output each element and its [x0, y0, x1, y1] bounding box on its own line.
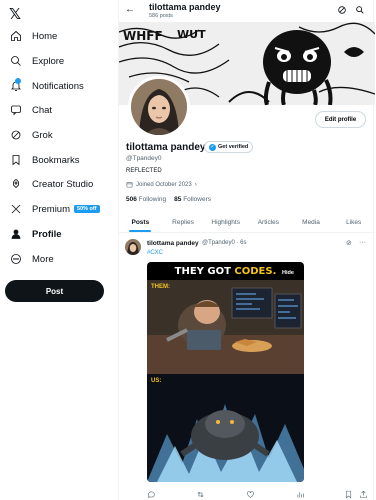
nav-premium-label: Premium	[32, 203, 71, 215]
profile-tabs: Posts Replies Highlights Articles Media …	[119, 213, 375, 233]
share-icon[interactable]	[359, 486, 368, 498]
joined-date: Joined October 2023 ›	[126, 181, 197, 188]
joined-date-text: Joined October 2023	[136, 181, 192, 188]
nav-grok-label: Grok	[32, 129, 53, 141]
media-top-panel	[147, 280, 304, 374]
profile-handle: @Tpandey0	[126, 155, 162, 162]
get-verified-button[interactable]: ✓ Get verified	[204, 141, 254, 153]
tweet-author-name[interactable]: tilottama pandey	[147, 240, 199, 247]
profile-avatar[interactable]	[128, 76, 190, 138]
tweet-actions	[119, 486, 375, 499]
followers-count: 85	[174, 196, 182, 203]
nav-bookmarks[interactable]: Bookmarks	[0, 149, 118, 171]
nav-profile-label: Profile	[32, 228, 62, 240]
nav-explore-label: Explore	[32, 55, 65, 67]
tab-articles[interactable]: Articles	[247, 213, 290, 232]
profile-name: tilottama pandey	[126, 142, 206, 153]
media-caption-b: CODES.	[234, 266, 277, 277]
nav-profile[interactable]: Profile	[0, 223, 118, 245]
notification-badge	[15, 78, 21, 84]
nav-creator-studio[interactable]: Creator Studio	[0, 173, 118, 195]
back-arrow-icon[interactable]: ←	[125, 4, 135, 15]
chat-icon	[9, 103, 23, 117]
header-post-count: 586 posts	[149, 13, 173, 19]
followers-link[interactable]: 85 Followers	[174, 196, 211, 203]
them-label: THEM:	[151, 284, 170, 290]
nav-premium[interactable]: Premium 50% off	[0, 198, 118, 220]
nav-home-label: Home	[32, 30, 58, 42]
rocket-icon	[9, 177, 23, 191]
tweet-avatar-portrait	[125, 239, 141, 255]
nav-more-label: More	[32, 253, 54, 265]
grok-analyze-icon[interactable]	[337, 5, 347, 15]
tab-replies[interactable]: Replies	[162, 213, 205, 232]
like-icon[interactable]	[246, 486, 255, 498]
nav-more[interactable]: More	[0, 248, 118, 270]
nav-notifications-label: Notifications	[32, 80, 84, 92]
nav-notifications[interactable]: Notifications	[0, 75, 118, 97]
grok-explain-icon[interactable]: ⊘	[346, 239, 352, 247]
more-options-icon[interactable]: ···	[359, 239, 366, 246]
svg-text:WUT: WUT	[177, 28, 206, 41]
x-logo-icon[interactable]: 𝕏	[9, 5, 21, 23]
following-label: Following	[138, 196, 167, 203]
us-label: US:	[151, 378, 162, 384]
nav-explore[interactable]: Explore	[0, 50, 118, 72]
post-button[interactable]: Post	[5, 280, 104, 302]
follow-stats: 506 Following 85 Followers	[126, 196, 211, 203]
verified-check-icon: ✓	[209, 143, 216, 151]
tweet-hashtag[interactable]: #CXC	[147, 250, 163, 256]
hide-media-button[interactable]: Hide	[278, 269, 298, 277]
following-count: 506	[126, 196, 137, 203]
chevron-right-icon[interactable]: ›	[195, 182, 197, 188]
profile-header-bar: ← tilottama pandey 586 posts	[119, 0, 375, 22]
search-icon[interactable]	[355, 5, 365, 15]
premium-discount-badge: 50% off	[74, 205, 100, 213]
search-icon	[9, 54, 23, 68]
bookmark-icon[interactable]	[344, 486, 353, 499]
sidebar-nav: 𝕏 Home Explore Notifications Chat Grok B…	[0, 0, 118, 500]
grok-icon	[9, 128, 23, 142]
nav-home[interactable]: Home	[0, 25, 118, 47]
bookmark-icon	[9, 153, 23, 167]
tab-highlights[interactable]: Highlights	[204, 213, 247, 232]
reply-icon[interactable]	[147, 486, 156, 499]
avatar-portrait	[131, 79, 187, 135]
nav-grok[interactable]: Grok	[0, 124, 118, 146]
followers-label: Followers	[183, 196, 211, 203]
nav-chat-label: Chat	[32, 104, 53, 116]
tab-likes[interactable]: Likes	[332, 213, 375, 232]
nav-chat[interactable]: Chat	[0, 99, 118, 121]
media-bottom-panel	[147, 374, 304, 482]
following-link[interactable]: 506 Following	[126, 196, 166, 203]
x-icon	[9, 202, 23, 216]
svg-text:WHFF: WHFF	[123, 29, 163, 43]
repost-icon[interactable]	[196, 486, 205, 498]
profile-bio: REFLECTED	[126, 168, 162, 174]
tab-media[interactable]: Media	[290, 213, 333, 232]
person-icon	[9, 227, 23, 241]
profile-column: ← tilottama pandey 586 posts WHFF WUT Ed…	[118, 0, 375, 500]
tweet-meta: @Tpandey0 · 6s	[202, 240, 247, 246]
views-icon[interactable]	[296, 486, 305, 498]
more-circle-icon	[9, 252, 23, 266]
nav-creator-studio-label: Creator Studio	[32, 178, 94, 190]
header-name: tilottama pandey	[149, 2, 221, 12]
tab-posts[interactable]: Posts	[119, 213, 162, 232]
nav-bookmarks-label: Bookmarks	[32, 154, 80, 166]
calendar-icon	[126, 182, 133, 188]
tweet-media[interactable]: THEY GOT CODES. Hide THEM: US:	[147, 262, 304, 482]
media-caption-a: THEY GOT	[174, 266, 235, 277]
home-icon	[9, 29, 23, 43]
edit-profile-button[interactable]: Edit profile	[315, 111, 366, 128]
tweet-avatar[interactable]	[125, 239, 141, 255]
get-verified-label: Get verified	[218, 144, 249, 150]
